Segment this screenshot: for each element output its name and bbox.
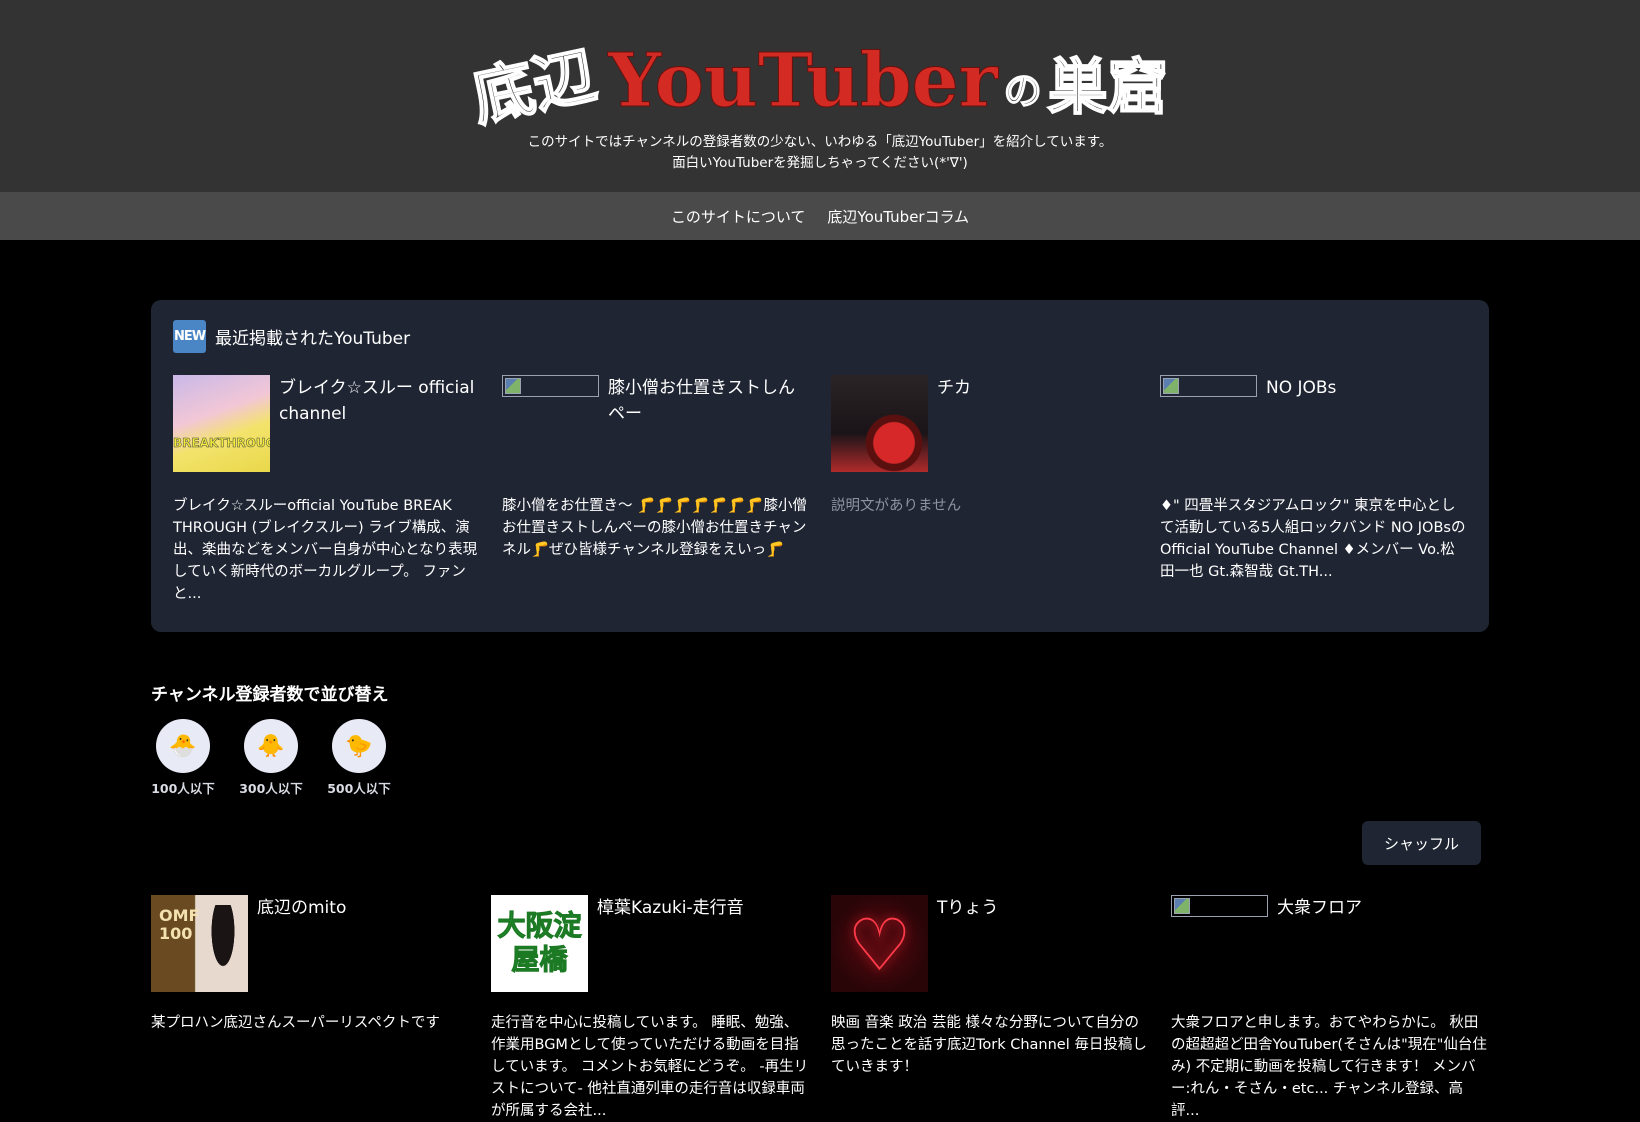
logo-part-1: 底辺	[465, 37, 603, 136]
sort-option-500[interactable]: 🐤 500人以下	[327, 719, 391, 797]
recent-youtubers-panel: NEW 最近掲載されたYouTuber ブレイク☆スルー official ch…	[151, 300, 1489, 632]
site-header: 底辺 YouTuber の 巣窟 このサイトではチャンネルの登録者数の少ない、い…	[0, 0, 1640, 192]
logo-part-2: YouTuber	[608, 38, 998, 124]
recent-title: 最近掲載されたYouTuber	[215, 329, 411, 349]
logo-part-3: の	[1003, 69, 1043, 113]
sort-label[interactable]: 300人以下	[239, 778, 303, 797]
channel-thumbnail[interactable]	[831, 375, 928, 472]
channel-name[interactable]: ブレイク☆スルー official channel	[279, 375, 480, 427]
channel-name[interactable]: 大衆フロア	[1277, 895, 1362, 921]
chick-icon[interactable]: 🐥	[244, 719, 298, 773]
channel-description: ♦" 四畳半スタジアムロック" 東京を中心として活動している5人組ロックバンド …	[1160, 498, 1466, 580]
channel-name[interactable]: チカ	[937, 375, 971, 401]
tagline-line-1: このサイトではチャンネルの登録者数の少ない、いわゆる「底辺YouTuber」を紹…	[527, 134, 1113, 150]
site-tagline: このサイトではチャンネルの登録者数の少ない、いわゆる「底辺YouTuber」を紹…	[0, 132, 1640, 174]
channel-name[interactable]: 樟葉Kazuki-走行音	[597, 895, 744, 921]
channel-description: 大衆フロアと申します。おてやわらかに。 秋田の超超超ど田舎YouTuber(そさ…	[1171, 1015, 1487, 1119]
channel-description: 走行音を中心に投稿しています。 睡眠、勉強、作業用BGMとして使っていただける動…	[491, 1015, 809, 1119]
list-card[interactable]: 大衆フロア 大衆フロアと申します。おてやわらかに。 秋田の超超超ど田舎YouTu…	[1171, 895, 1489, 1122]
channel-description: ブレイク☆スルーofficial YouTube BREAK THROUGH (…	[173, 498, 478, 602]
sort-options: 🐣 100人以下 🐥 300人以下 🐤 500人以下	[151, 719, 1489, 797]
sort-title: チャンネル登録者数で並び替え	[151, 685, 389, 705]
list-card[interactable]: 大阪淀屋橋 樟葉Kazuki-走行音 走行音を中心に投稿しています。 睡眠、勉強…	[491, 895, 809, 1122]
recent-header: NEW 最近掲載されたYouTuber	[173, 320, 1467, 353]
broken-image-icon[interactable]	[1171, 895, 1268, 917]
channel-description: 某プロハン底辺さんスーパーリスペクトです	[151, 1015, 440, 1031]
channel-description: 映画 音楽 政治 芸能 様々な分野について自分の思ったことを話す底辺Tork C…	[831, 1015, 1147, 1075]
channel-name[interactable]: Tりょう	[937, 895, 998, 921]
sort-label[interactable]: 500人以下	[327, 778, 391, 797]
recent-card[interactable]: チカ 説明文がありません	[831, 375, 1138, 605]
nav-link-about[interactable]: このサイトについて	[671, 206, 806, 227]
channel-name[interactable]: 膝小僧お仕置きストしんペー	[608, 375, 809, 427]
list-card[interactable]: Tりょう 映画 音楽 政治 芸能 様々な分野について自分の思ったことを話す底辺T…	[831, 895, 1149, 1122]
broken-image-icon[interactable]	[1160, 375, 1257, 397]
new-badge-icon: NEW	[173, 320, 206, 353]
tagline-line-2: 面白いYouTuberを発掘しちゃってください(*'∇')	[672, 155, 968, 171]
channel-thumbnail[interactable]	[151, 895, 248, 992]
list-card[interactable]: 底辺のmito 某プロハン底辺さんスーパーリスペクトです	[151, 895, 469, 1122]
logo-part-4: 巣窟	[1047, 53, 1169, 123]
shuffle-button[interactable]: シャッフル	[1361, 821, 1481, 865]
main-content: NEW 最近掲載されたYouTuber ブレイク☆スルー official ch…	[151, 240, 1489, 1122]
youtuber-list: 底辺のmito 某プロハン底辺さんスーパーリスペクトです 大阪淀屋橋 樟葉Kaz…	[151, 895, 1489, 1122]
recent-grid: ブレイク☆スルー official channel ブレイク☆スルーoffici…	[173, 375, 1467, 605]
baby-chick-icon[interactable]: 🐤	[332, 719, 386, 773]
channel-description: 説明文がありません	[831, 498, 962, 514]
sort-label[interactable]: 100人以下	[151, 778, 215, 797]
nav-link-column[interactable]: 底辺YouTuberコラム	[827, 206, 969, 227]
hatching-chick-icon[interactable]: 🐣	[156, 719, 210, 773]
heart-thumbnail[interactable]	[831, 895, 928, 992]
recent-card[interactable]: NO JOBs ♦" 四畳半スタジアムロック" 東京を中心として活動している5人…	[1160, 375, 1467, 605]
sort-option-300[interactable]: 🐥 300人以下	[239, 719, 303, 797]
channel-thumbnail[interactable]	[173, 375, 270, 472]
channel-name[interactable]: 底辺のmito	[257, 895, 346, 921]
channel-description: 膝小僧をお仕置き〜 🦵🦵🦵🦵🦵🦵🦵膝小僧お仕置きストしんペーの膝小僧お仕置きチャ…	[502, 498, 807, 558]
recent-card[interactable]: 膝小僧お仕置きストしんペー 膝小僧をお仕置き〜 🦵🦵🦵🦵🦵🦵🦵膝小僧お仕置きスト…	[502, 375, 809, 605]
channel-thumbnail[interactable]: 大阪淀屋橋	[491, 895, 588, 992]
shuffle-row: シャッフル	[151, 821, 1489, 865]
broken-image-icon[interactable]	[502, 375, 599, 397]
recent-card[interactable]: ブレイク☆スルー official channel ブレイク☆スルーoffici…	[173, 375, 480, 605]
main-nav: このサイトについて 底辺YouTuberコラム	[0, 192, 1640, 240]
channel-name[interactable]: NO JOBs	[1266, 375, 1336, 401]
sort-option-100[interactable]: 🐣 100人以下	[151, 719, 215, 797]
site-logo[interactable]: 底辺 YouTuber の 巣窟	[465, 18, 1169, 136]
